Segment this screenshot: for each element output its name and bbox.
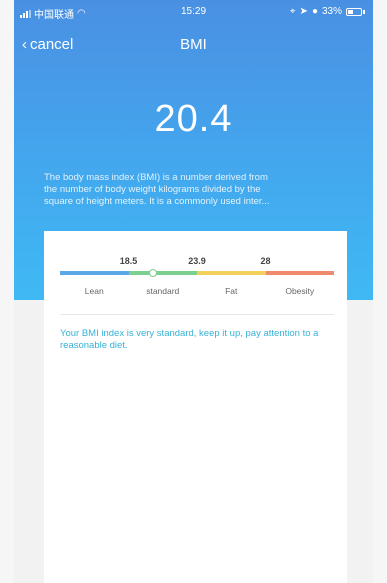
bmi-advice: Your BMI index is very standard, keep it… [60, 328, 319, 351]
page-title: BMI [180, 36, 207, 53]
description-line: square of height meters. It is a commonl… [44, 196, 270, 207]
bmi-card: 18.5 23.9 28 Lean standard Fat Obesity Y… [44, 231, 347, 583]
scale-segment-obesity [265, 271, 334, 275]
bmi-marker [148, 269, 157, 277]
threshold-label: 28 [260, 256, 271, 266]
category-labels: Lean standard Fat Obesity [60, 286, 334, 296]
app-frame: 中国联通 ◠ 15:29 ⌖ ➤ ● 33% ‹ cancel BMI 20.4… [14, 0, 373, 583]
alarm-icon: ● [311, 6, 318, 17]
description-line: The body mass index (BMI) is a number de… [44, 172, 268, 183]
location-icon: ⌖ [289, 6, 296, 17]
category-label-obesity: Obesity [285, 286, 315, 296]
threshold-label: 23.9 [188, 256, 206, 266]
scale-segment-fat [197, 271, 266, 275]
bmi-description: The body mass index (BMI) is a number de… [44, 172, 345, 208]
status-bar: 中国联通 ◠ 15:29 ⌖ ➤ ● 33% [14, 0, 373, 22]
nav-bar: ‹ cancel BMI [14, 34, 373, 56]
navigation-arrow-icon: ➤ [299, 6, 308, 17]
scale-segment-standard [128, 271, 197, 275]
description-line: the number of body weight kilograms divi… [44, 184, 261, 195]
battery-percent: 33% [321, 6, 342, 17]
category-label-fat: Fat [225, 286, 238, 296]
battery-icon [346, 7, 362, 16]
scale-segment-lean [60, 271, 129, 275]
battery-nub [363, 9, 365, 14]
bmi-scale-bar [60, 271, 334, 275]
threshold-labels: 18.5 23.9 28 [44, 256, 347, 268]
threshold-label: 18.5 [119, 256, 138, 266]
divider [60, 314, 334, 315]
bmi-value: 20.4 [154, 98, 233, 140]
category-label-lean: Lean [84, 286, 104, 296]
category-label-standard: standard [146, 286, 180, 296]
status-right: ⌖ ➤ ● 33% [290, 6, 365, 17]
